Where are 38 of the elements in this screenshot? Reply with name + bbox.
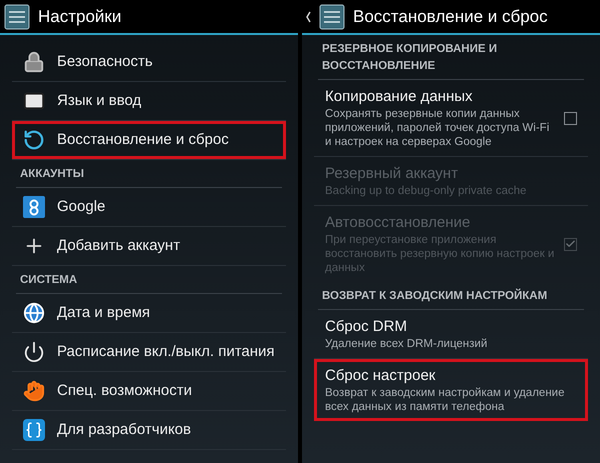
item-summary: Сохранять резервные копии данных приложений, паролей точек доступа Wi-Fi и настроек на серверах Google [325,107,550,149]
settings-item[interactable]: Язык и ввод [12,82,286,120]
settings-item[interactable]: Безопасность [12,43,286,81]
lock-icon [23,51,45,73]
section-header: АККАУНТЫ [20,167,85,182]
braces-icon [23,419,45,441]
item-summary: При переустановке приложения восстановить резервную копию настроек и данных [325,233,556,275]
item-title: Копирование данных [325,87,474,107]
back-chevron-icon[interactable] [306,10,311,22]
settings-app-icon [4,4,30,30]
section-header: СИСТЕМА [20,273,78,288]
preference-item[interactable]: Копирование данных Сохранять резервные копии данных приложений, паролей точек доступа Wi-Fi и настроек на серверах Google [314,80,588,156]
item-title: Автовосстановление [325,213,472,233]
settings-item[interactable]: Восстановление и сброс [12,121,286,159]
checkbox[interactable] [564,112,577,124]
item-summary: Backing up to debug-only private cache [325,184,528,198]
restore-icon [23,129,45,151]
settings-item[interactable]: Для разработчиков [12,411,286,449]
settings-item[interactable]: Google [12,188,286,226]
globe-icon [23,302,45,324]
item-title: Сброс DRM [325,317,408,337]
section-header: РЕЗЕРВНОЕ КОПИРОВАНИЕ И ВОССТАНОВЛЕНИЕ [322,42,498,74]
settings-app-icon [319,4,345,30]
hand-icon [23,380,45,402]
section-header: ВОЗВРАТ К ЗАВОДСКИМ НАСТРОЙКАМ [322,288,548,304]
item-summary: Возврат к заводским настройкам и удаление всех данных из памяти телефона [325,386,566,414]
screen-title: Восстановление и сброс [353,6,548,28]
preference-item[interactable]: Сброс DRM Удаление всех DRM-лицензий [314,310,588,358]
power-icon [23,341,45,363]
item-title: Резервный аккаунт [325,164,459,184]
item-summary: Удаление всех DRM-лицензий [325,337,488,351]
settings-item[interactable]: Дата и время [12,294,286,332]
settings-item[interactable]: Добавить аккаунт [12,227,286,265]
settings-item[interactable]: Спец. возможности [12,372,286,410]
item-title: Сброс настроек [325,366,436,386]
preference-item[interactable]: Сброс настроек Возврат к заводским настройкам и удаление всех данных из памяти телефона [314,359,588,421]
screen-title: Настройки [38,6,122,28]
settings-item[interactable]: Расписание вкл./выкл. питания [12,333,286,371]
